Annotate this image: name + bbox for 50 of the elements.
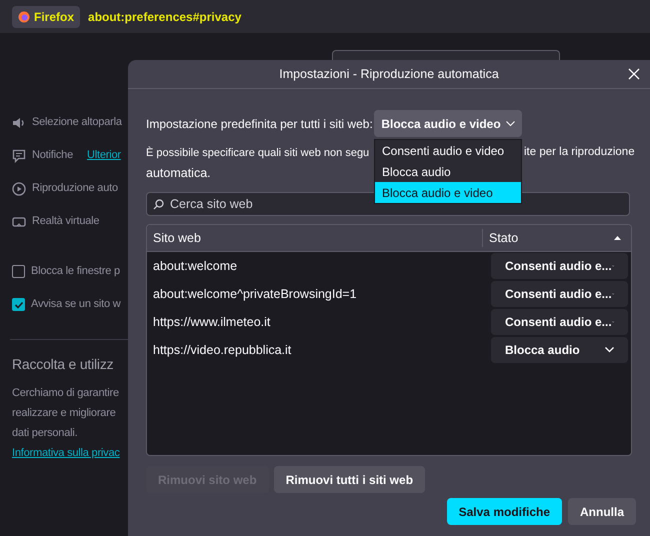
- site-cell-text: https://www.ilmeteo.it: [152, 314, 272, 331]
- site-cell-text: https://video.repubblica.it: [152, 342, 292, 359]
- setting-label: Riproduzione auto: [32, 181, 118, 196]
- setting-label: Selezione altoparla: [32, 115, 122, 130]
- browser-logo-icon: [18, 10, 30, 22]
- url-text: about:preferences#privacy: [88, 8, 242, 26]
- default-setting-dropdown[interactable]: Blocca audio e video: [374, 110, 522, 137]
- message-icon: [12, 148, 26, 162]
- paragraph-line: realizzare e migliorare: [12, 406, 117, 421]
- section-heading: Raccolta e utilizz: [12, 355, 114, 374]
- status-dropdown[interactable]: Consenti audio e...: [491, 253, 628, 279]
- checkbox-label: Avvisa se un sito w: [31, 297, 121, 312]
- status-dropdown[interactable]: Consenti audio e...: [491, 281, 628, 307]
- search-field[interactable]: [332, 50, 560, 60]
- checkbox[interactable]: [12, 298, 25, 311]
- remove-button[interactable]: Rimuovi tutti i siti web: [274, 466, 426, 493]
- dialog-title: Impostazioni - Riproduzione automatica: [279, 66, 499, 83]
- setting-label: Notifiche: [32, 148, 73, 164]
- paragraph-line: Cerchiamo di garantire: [12, 386, 120, 401]
- privacy-link[interactable]: Informativa sulla privac: [12, 445, 128, 462]
- description-text: ite per la riproduzione: [524, 145, 635, 160]
- site-cell-text: about:welcome^privateBrowsingId=1: [152, 286, 358, 303]
- close-icon: [628, 68, 640, 80]
- play-circle-icon: [12, 182, 26, 196]
- dropdown-option[interactable]: Consenti audio e video: [375, 140, 521, 161]
- default-setting-label: Impostazione predefinita per tutti i siti web:: [146, 116, 373, 131]
- site-cell-text: about:welcome: [152, 258, 238, 275]
- dropdown-option[interactable]: Blocca audio e video: [375, 182, 521, 203]
- checkbox[interactable]: [12, 265, 25, 278]
- column-header[interactable]: Sito web: [147, 229, 483, 247]
- status-dropdown[interactable]: Blocca audio: [491, 337, 628, 363]
- chevron-icon: [506, 120, 515, 126]
- column-header[interactable]: Stato: [483, 225, 631, 251]
- dropdown-option[interactable]: Blocca audio: [375, 161, 521, 182]
- speaker-icon: [12, 116, 26, 130]
- setting-label: Realtà virtuale: [32, 214, 100, 230]
- checkbox-label: Blocca le finestre p: [31, 264, 120, 280]
- paragraph-line: dati personali.: [12, 426, 78, 441]
- identity-label: Firefox: [34, 8, 74, 26]
- description-text: automatica.: [146, 165, 211, 182]
- status-dropdown[interactable]: Consenti audio e...: [491, 309, 628, 335]
- search-icon: [153, 198, 164, 210]
- description-text: È possibile specificare quali siti web non segu: [146, 146, 370, 159]
- save-button[interactable]: Salva modifiche: [446, 498, 562, 525]
- identity-box[interactable]: Firefox: [12, 6, 80, 28]
- close-button[interactable]: [626, 66, 642, 82]
- chevron-icon: [605, 347, 614, 353]
- cancel-button[interactable]: Annulla: [568, 498, 636, 525]
- learn-more-link[interactable]: Ulterior: [87, 147, 121, 164]
- headset-icon: [12, 214, 26, 228]
